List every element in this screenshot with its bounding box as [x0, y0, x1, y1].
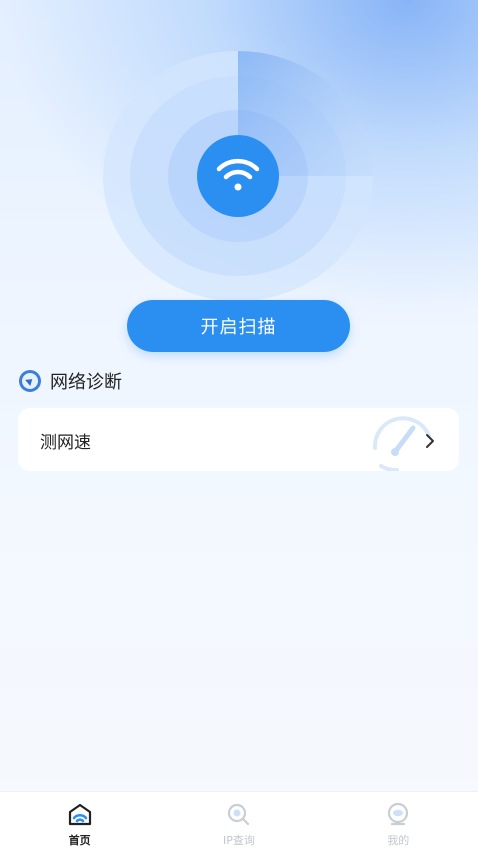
tab-mine[interactable]: 我的 — [319, 792, 478, 851]
section-title: 网络诊断 — [50, 372, 122, 393]
compass-icon — [19, 370, 41, 392]
tab-label: 首页 — [68, 834, 91, 847]
chevron-right-icon — [426, 434, 434, 448]
card-speed-test[interactable]: 测网速 — [18, 408, 459, 471]
radar-scanner — [103, 51, 373, 301]
ip-search-icon — [227, 803, 250, 826]
bottom-tab-bar: 首页 IP查询 我的 — [0, 791, 478, 851]
tab-label: IP查询 — [223, 834, 255, 847]
profile-eye-icon — [388, 802, 409, 826]
speedometer-icon — [372, 416, 434, 471]
tab-ip-query[interactable]: IP查询 — [159, 792, 318, 851]
tab-home[interactable]: 首页 — [0, 792, 159, 851]
start-scan-button[interactable]: 开启扫描 — [127, 300, 350, 352]
section-header-network-diagnosis: 网络诊断 — [18, 368, 122, 394]
tab-label: 我的 — [387, 834, 410, 847]
card-label: 测网速 — [40, 433, 91, 453]
home-wifi-icon — [68, 803, 91, 826]
